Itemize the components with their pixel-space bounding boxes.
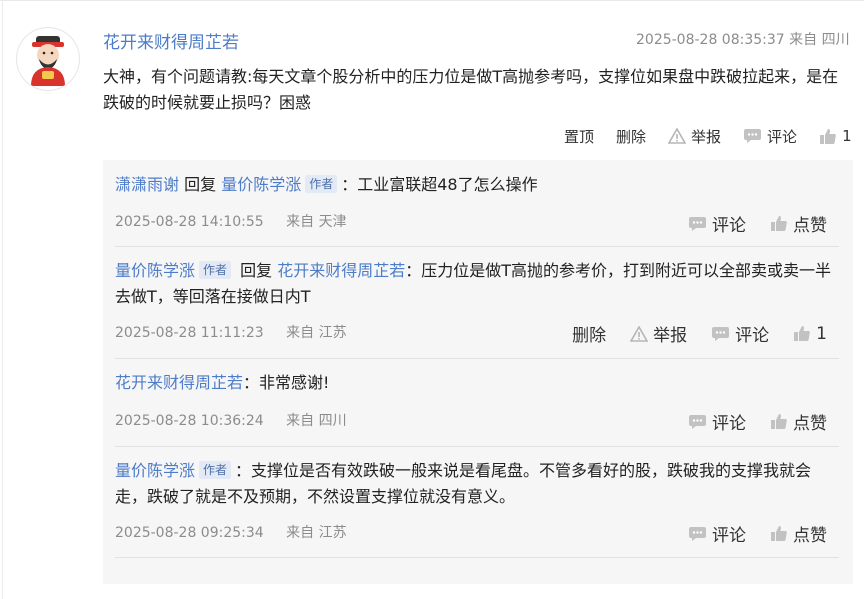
reply-meta: 2025-08-28 11:11:23 来自 江苏 <box>115 322 347 342</box>
comment-bubble-icon <box>688 216 707 232</box>
reply-comment-button[interactable]: 评论 <box>688 211 746 236</box>
thumbs-up-icon <box>793 325 811 342</box>
reply-comment-button[interactable]: 评论 <box>688 409 746 434</box>
reply-like-button[interactable]: 点赞 <box>770 521 827 546</box>
like-count: 1 <box>842 127 852 145</box>
reply-time: 2025-08-28 10:36:24 <box>115 413 264 429</box>
reply-comment-button[interactable]: 评论 <box>688 521 746 546</box>
reply-like-button[interactable]: 点赞 <box>770 211 827 236</box>
reply-target[interactable]: 量价陈学涨 <box>221 175 301 194</box>
comment-actions: 置顶 删除 举报 评论 1 <box>564 126 852 146</box>
comment-meta: 2025-08-28 08:35:37 来自 四川 <box>636 32 850 48</box>
reply-actions: 删除 举报 评论 1 <box>548 321 827 347</box>
delete-button[interactable]: 删除 <box>616 126 646 147</box>
comment-bubble-icon <box>688 414 707 430</box>
reply-actions: 评论 点赞 <box>664 211 827 236</box>
reply-user[interactable]: 花开来财得周芷若 <box>115 373 243 392</box>
reply-report-button[interactable]: 举报 <box>630 321 687 346</box>
reply-comment-label: 评论 <box>735 326 770 346</box>
reply-text: 花开来财得周芷若：非常感谢! <box>115 370 329 396</box>
reply-item: 潇潇雨谢 回复 量价陈学涨 作者 ：工业富联超48了怎么操作 2025-08-28 … <box>115 160 839 247</box>
reply-body: ：工业富联超48了怎么操作 <box>341 175 538 194</box>
reply-comment-label: 评论 <box>712 216 746 236</box>
reply-like-count: 1 <box>816 323 827 344</box>
reply-time: 2025-08-28 14:10:55 <box>115 214 264 230</box>
reply-location: 来自 天津 <box>286 214 347 230</box>
reply-location: 来自 江苏 <box>286 525 347 541</box>
comment-label: 评论 <box>767 127 798 146</box>
reply-meta: 2025-08-28 14:10:55 来自 天津 <box>115 211 347 231</box>
like-button[interactable]: 1 <box>819 127 852 145</box>
reply-item: 量价陈学涨 作者 ：支撑位是否有效跌破一般来说是看尾盘。不管多看好的股，跌破我的支撑… <box>115 446 839 558</box>
left-border <box>2 0 3 599</box>
reply-body: ：非常感谢! <box>243 373 330 392</box>
thumbs-up-icon <box>770 215 788 232</box>
reply-like-label: 点赞 <box>793 526 827 546</box>
report-warning-icon <box>668 128 687 144</box>
comment-content: 大神，有个问题请教:每天文章个股分析中的压力位是做T高抛参考吗，支撑位如果盘中跌… <box>103 67 839 112</box>
comment-button[interactable]: 评论 <box>743 126 797 147</box>
reply-report-label: 举报 <box>653 326 688 346</box>
user-avatar[interactable] <box>16 27 80 91</box>
comment-bubble-icon <box>711 326 730 342</box>
reply-item: 花开来财得周芷若：非常感谢! 2025-08-28 10:36:24 来自 四川… <box>115 358 839 447</box>
reply-item: 量价陈学涨 作者 回复 花开来财得周芷若：压力位是做T高抛的参考价，打到附近可以全… <box>115 246 839 359</box>
thumbs-up-icon <box>819 128 837 145</box>
report-label: 举报 <box>691 127 722 146</box>
reply-user[interactable]: 潇潇雨谢 <box>115 175 179 194</box>
author-tag: 作者 <box>305 175 338 193</box>
reply-comment-button[interactable]: 评论 <box>711 321 769 346</box>
thumbs-up-icon <box>770 413 788 430</box>
author-tag: 作者 <box>199 261 232 279</box>
reply-like-button[interactable]: 1 <box>793 324 827 344</box>
reply-word: 回复 <box>240 261 273 280</box>
reply-text: 量价陈学涨 作者 回复 花开来财得周芷若：压力位是做T高抛的参考价，打到附近可以全… <box>115 258 835 310</box>
report-warning-icon <box>630 325 649 342</box>
reply-text: 潇潇雨谢 回复 量价陈学涨 作者 ：工业富联超48了怎么操作 <box>115 172 538 198</box>
reply-time: 2025-08-28 09:25:34 <box>115 525 264 541</box>
reply-comment-label: 评论 <box>712 414 746 434</box>
reply-word: 回复 <box>184 175 217 194</box>
reply-list: 潇潇雨谢 回复 量价陈学涨 作者 ：工业富联超48了怎么操作 2025-08-28 … <box>103 160 853 584</box>
comment-username[interactable]: 花开来财得周芷若 <box>103 28 239 53</box>
reply-like-label: 点赞 <box>793 414 827 434</box>
reply-meta: 2025-08-28 10:36:24 来自 四川 <box>115 410 347 430</box>
reply-target[interactable]: 花开来财得周芷若 <box>277 261 405 280</box>
reply-delete-button[interactable]: 删除 <box>572 321 606 346</box>
reply-text: 量价陈学涨 作者 ：支撑位是否有效跌破一般来说是看尾盘。不管多看好的股，跌破我的支撑… <box>115 458 841 510</box>
reply-actions: 评论 点赞 <box>664 521 827 546</box>
thumbs-up-icon <box>770 525 788 542</box>
top-border <box>0 0 864 1</box>
avatar-caishen-icon <box>31 36 65 86</box>
reply-meta: 2025-08-28 09:25:34 来自 江苏 <box>115 522 347 542</box>
reply-user[interactable]: 量价陈学涨 <box>115 461 195 480</box>
comment-bubble-icon <box>743 128 762 144</box>
reply-time: 2025-08-28 11:11:23 <box>115 325 264 341</box>
reply-actions: 评论 点赞 <box>664 409 827 434</box>
comment-bubble-icon <box>688 526 707 542</box>
reply-user[interactable]: 量价陈学涨 <box>115 261 195 280</box>
pin-button[interactable]: 置顶 <box>564 126 594 147</box>
reply-location: 来自 江苏 <box>286 325 347 341</box>
reply-comment-label: 评论 <box>712 526 746 546</box>
reply-like-button[interactable]: 点赞 <box>770 409 827 434</box>
report-button[interactable]: 举报 <box>668 126 721 147</box>
reply-like-label: 点赞 <box>793 216 827 236</box>
reply-location: 来自 四川 <box>286 413 347 429</box>
author-tag: 作者 <box>199 461 232 479</box>
